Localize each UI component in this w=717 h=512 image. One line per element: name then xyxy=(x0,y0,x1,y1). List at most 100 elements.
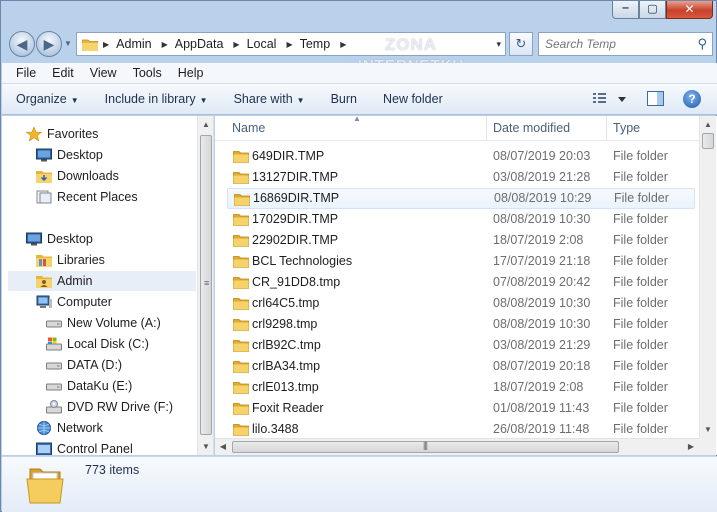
burn-button[interactable]: Burn xyxy=(331,92,357,106)
file-row[interactable]: crlBA34.tmp 08/07/2019 20:18 File folder xyxy=(227,356,695,377)
drive-icon xyxy=(46,362,62,370)
nav-pane-scrollbar[interactable]: ▲ ≡ ▼ xyxy=(197,116,213,455)
column-date-modified[interactable]: Date modified xyxy=(493,121,570,135)
scroll-down-arrow-icon[interactable]: ▼ xyxy=(700,421,716,438)
navigation-bar: ◀ ▶ ▼ ▶ Admin ▶ AppData ▶ Local ▶ Temp ▶… xyxy=(1,27,717,61)
breadcrumb-appdata[interactable]: AppData xyxy=(175,37,224,51)
file-row[interactable]: crlE013.tmp 18/07/2019 2:08 File folder xyxy=(227,377,695,398)
sort-ascending-icon: ▲ xyxy=(353,116,361,123)
file-row[interactable]: crl64C5.tmp 08/08/2019 10:30 File folder xyxy=(227,293,695,314)
file-list-vertical-scrollbar[interactable]: ▲ ▼ xyxy=(699,116,716,438)
file-name: crlBA34.tmp xyxy=(252,359,321,373)
scroll-up-arrow-icon[interactable]: ▲ xyxy=(198,116,213,133)
column-name[interactable]: Name xyxy=(232,121,265,135)
change-view-button[interactable] xyxy=(591,91,631,107)
column-type[interactable]: Type xyxy=(613,121,640,135)
file-date-modified: 07/08/2019 20:42 xyxy=(493,275,591,289)
folder-icon xyxy=(233,424,249,436)
file-row[interactable]: Foxit Reader 01/08/2019 11:43 File folder xyxy=(227,398,695,419)
breadcrumb-separator-icon[interactable]: ▶ xyxy=(162,40,168,49)
file-name: lilo.3488 xyxy=(252,422,299,436)
breadcrumb-separator-icon[interactable]: ▶ xyxy=(103,40,109,49)
new-folder-button[interactable]: New folder xyxy=(383,92,443,106)
navigation-pane: Favorites Desktop Downloads Recent Place… xyxy=(2,116,214,455)
menu-file[interactable]: File xyxy=(8,66,44,80)
search-box[interactable]: ⚲ xyxy=(538,32,713,56)
recent-pages-dropdown[interactable]: ▼ xyxy=(64,39,72,48)
nav-control-panel-label: Control Panel xyxy=(57,442,133,455)
breadcrumb-admin[interactable]: Admin xyxy=(116,37,151,51)
refresh-button[interactable]: ↻ xyxy=(509,32,533,56)
nav-pane-scroll-thumb[interactable]: ≡ xyxy=(200,135,212,435)
file-row[interactable]: 22902DIR.TMP 18/07/2019 2:08 File folder xyxy=(227,230,695,251)
file-row[interactable]: crl9298.tmp 08/08/2019 10:30 File folder xyxy=(227,314,695,335)
file-row[interactable]: 16869DIR.TMP 08/08/2019 10:29 File folder xyxy=(227,188,695,209)
address-history-dropdown-icon[interactable]: ▾ xyxy=(496,39,501,50)
column-headers: ▲ Name Date modified Type xyxy=(215,116,699,141)
search-input[interactable] xyxy=(545,36,690,52)
file-name: crlE013.tmp xyxy=(252,380,319,394)
scroll-up-arrow-icon[interactable]: ▲ xyxy=(700,116,716,133)
breadcrumb-separator-icon[interactable]: ▶ xyxy=(286,40,292,49)
file-row[interactable]: BCL Technologies 17/07/2019 21:18 File fol… xyxy=(227,251,695,272)
file-name: CR_91DD8.tmp xyxy=(252,275,341,289)
scroll-left-arrow-icon[interactable]: ◀ xyxy=(215,439,231,455)
file-row[interactable]: crlB92C.tmp 03/08/2019 21:29 File folder xyxy=(227,335,695,356)
share-with-button[interactable]: Share with ▼ xyxy=(234,92,305,106)
file-row[interactable]: 649DIR.TMP 08/07/2019 20:03 File folder xyxy=(227,146,695,167)
file-list-horizontal-scrollbar[interactable]: ◀ ||| ▶ xyxy=(215,438,699,455)
column-divider[interactable] xyxy=(606,116,607,141)
folder-icon xyxy=(233,256,249,268)
nav-admin[interactable]: Admin xyxy=(8,271,196,291)
scroll-down-arrow-icon[interactable]: ▼ xyxy=(198,438,213,455)
nav-downloads-label: Downloads xyxy=(57,169,119,183)
menu-tools[interactable]: Tools xyxy=(125,66,170,80)
minimize-button[interactable]: ‒ xyxy=(612,1,639,19)
include-in-library-button[interactable]: Include in library ▼ xyxy=(105,92,208,106)
help-button[interactable]: ? xyxy=(683,90,701,108)
file-name: crl9298.tmp xyxy=(252,317,318,331)
nav-network-label: Network xyxy=(57,421,103,435)
item-count: 773 items xyxy=(85,463,140,477)
nav-desktop-label: Desktop xyxy=(47,232,93,246)
breadcrumb-local[interactable]: Local xyxy=(247,37,277,51)
file-type: File folder xyxy=(613,338,668,352)
maximize-button[interactable]: ▢ xyxy=(639,1,666,19)
file-date-modified: 26/08/2019 11:48 xyxy=(493,422,590,436)
back-button[interactable]: ◀ xyxy=(9,31,35,57)
address-bar[interactable]: ▶ Admin ▶ AppData ▶ Local ▶ Temp ▶ ▾ xyxy=(76,32,506,56)
file-date-modified: 08/08/2019 10:30 xyxy=(493,212,591,226)
nav-drive-a-label: New Volume (A:) xyxy=(67,316,161,330)
menu-edit[interactable]: Edit xyxy=(44,66,82,80)
file-row[interactable]: 13127DIR.TMP 03/08/2019 21:28 File folder xyxy=(227,167,695,188)
file-row[interactable]: lilo.3488 26/08/2019 11:48 File folder xyxy=(227,419,695,440)
file-type: File folder xyxy=(613,170,668,184)
file-type: File folder xyxy=(613,380,668,394)
horizontal-scroll-thumb[interactable]: ||| xyxy=(232,440,619,453)
preview-pane-button[interactable] xyxy=(647,91,664,106)
file-date-modified: 08/08/2019 10:30 xyxy=(493,317,591,331)
folder-icon xyxy=(233,361,249,373)
file-date-modified: 08/08/2019 10:29 xyxy=(494,191,592,205)
minimize-icon: ‒ xyxy=(622,2,629,14)
libraries-icon xyxy=(36,255,52,267)
forward-button[interactable]: ▶ xyxy=(36,31,62,57)
dvd-drive-icon xyxy=(46,400,62,414)
file-row[interactable]: CR_91DD8.tmp 07/08/2019 20:42 File folder xyxy=(227,272,695,293)
search-icon[interactable]: ⚲ xyxy=(697,36,707,52)
file-date-modified: 18/07/2019 2:08 xyxy=(493,233,584,247)
menu-view[interactable]: View xyxy=(82,66,125,80)
organize-button[interactable]: Organize ▼ xyxy=(16,92,79,106)
close-button[interactable]: ✕ xyxy=(666,1,713,19)
breadcrumb-temp[interactable]: Temp xyxy=(300,37,331,51)
scroll-right-arrow-icon[interactable]: ▶ xyxy=(683,439,699,455)
help-icon: ? xyxy=(688,92,696,106)
vertical-scroll-thumb[interactable] xyxy=(702,133,714,149)
folder-icon xyxy=(82,39,98,51)
file-type: File folder xyxy=(613,149,668,163)
file-row[interactable]: 17029DIR.TMP 08/08/2019 10:30 File folder xyxy=(227,209,695,230)
breadcrumb-separator-icon[interactable]: ▶ xyxy=(340,40,346,49)
column-divider[interactable] xyxy=(486,116,487,141)
breadcrumb-separator-icon[interactable]: ▶ xyxy=(233,40,239,49)
menu-help[interactable]: Help xyxy=(170,66,212,80)
